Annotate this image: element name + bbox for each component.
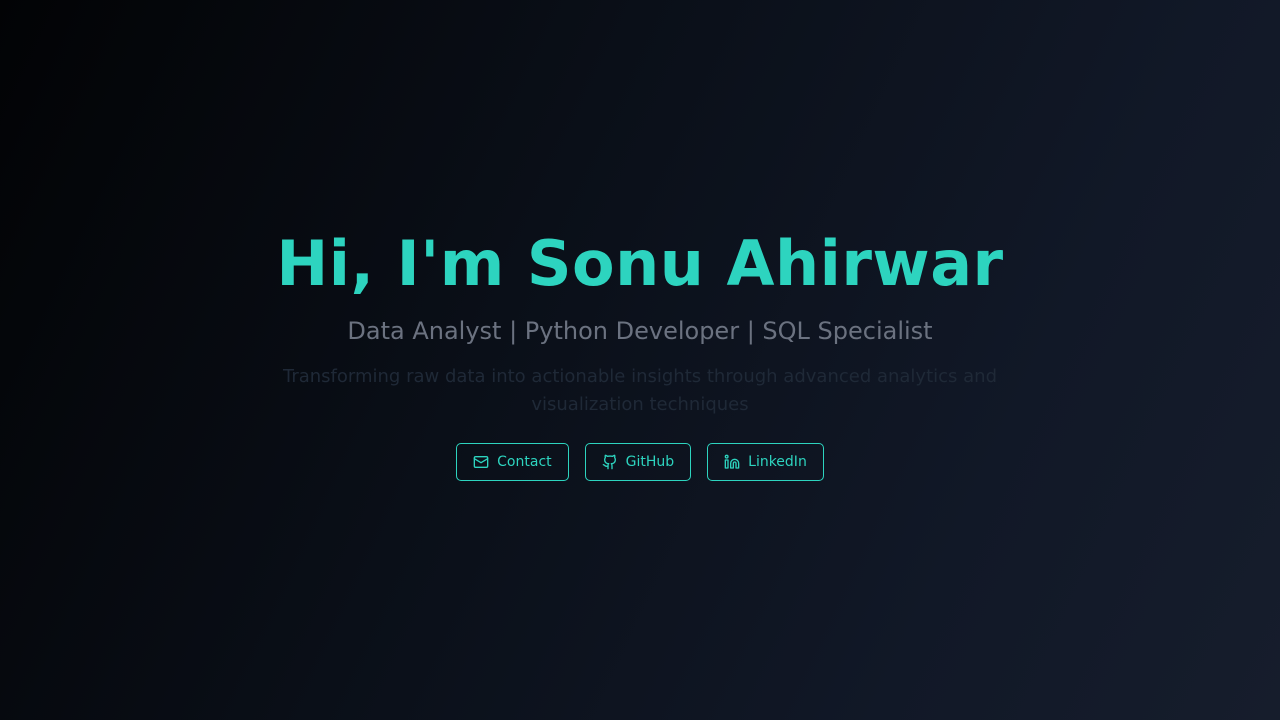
hero-section: Hi, I'm Sonu Ahirwar Data Analyst | Pyth…	[0, 0, 1280, 720]
github-button[interactable]: GitHub	[584, 443, 692, 481]
hero-subtitle: Data Analyst | Python Developer | SQL Sp…	[347, 317, 933, 345]
github-button-label: GitHub	[625, 454, 675, 470]
social-button-row: Contact GitHub LinkedIn	[0, 443, 1280, 481]
linkedin-button[interactable]: LinkedIn	[707, 443, 824, 481]
contact-button[interactable]: Contact	[456, 443, 569, 481]
github-icon	[602, 454, 618, 470]
mail-icon	[473, 454, 489, 470]
contact-button-label: Contact	[497, 454, 552, 470]
linkedin-icon	[724, 454, 740, 470]
linkedin-button-label: LinkedIn	[748, 454, 807, 470]
hero-description: Transforming raw data into actionable in…	[282, 366, 998, 415]
hero-title: Hi, I'm Sonu Ahirwar	[276, 227, 1004, 300]
